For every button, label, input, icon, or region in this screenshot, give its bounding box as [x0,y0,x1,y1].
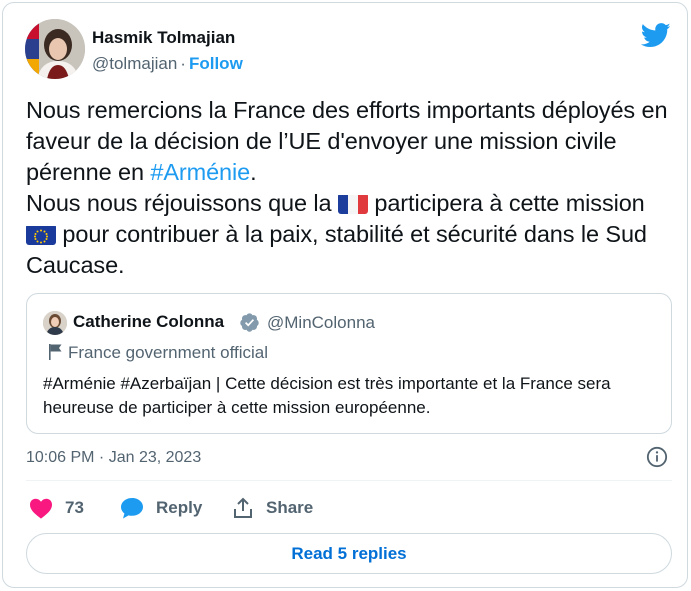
heart-icon [30,498,52,519]
author-handle[interactable]: @tolmajian [92,54,177,73]
info-icon[interactable] [646,446,668,468]
reply-label: Reply [156,498,203,517]
share-button[interactable]: Share [232,496,313,520]
quote-author-handle[interactable]: @MinColonna [267,313,375,333]
read-replies-button[interactable]: Read 5 replies [26,533,672,574]
eu-flag-icon [26,224,56,245]
tweet-card: Hasmik Tolmajian @tolmajian · Follow Nous … [2,2,688,588]
share-label: Share [266,498,314,517]
twitter-bird-icon[interactable] [641,23,671,48]
quote-avatar[interactable] [43,311,67,335]
like-count: 73 [65,498,84,517]
tweet-timestamp[interactable]: 10:06 PM · Jan 23, 2023 [26,449,201,467]
government-label: France government official [48,343,268,363]
author-handle-row: @tolmajian · Follow [92,54,243,74]
tweet-text: Nous remercions la France des efforts im… [26,95,676,281]
separator-dot: · [180,54,186,73]
tweet-text-part: Nous remercions la France des efforts im… [26,97,668,185]
tweet-text-part: participera à cette mission [367,190,645,216]
quote-author-name[interactable]: Catherine Colonna [73,312,224,332]
tweet-text-part: . [250,159,257,185]
government-label-text: France government official [68,343,269,362]
avatar[interactable] [25,19,85,79]
quote-text: #Arménie #Azerbaïjan | Cette décision es… [43,374,611,417]
hashtag-link[interactable]: #Arménie [150,159,250,185]
share-icon [234,497,252,518]
divider [26,480,672,481]
quoted-tweet[interactable]: Catherine Colonna @MinColonna France gov… [26,293,672,434]
france-flag-icon [337,193,368,214]
like-button[interactable]: 73 [29,496,84,520]
tweet-text-part: pour contribuer à la paix, stabilité et … [26,221,647,278]
tweet-text-part: Nous nous réjouissons que la [26,190,338,216]
reply-button[interactable]: Reply [120,496,202,520]
follow-button[interactable]: Follow [189,54,243,73]
reply-bubble-icon [121,498,143,519]
flag-icon [49,344,62,360]
verified-badge-icon [240,313,259,332]
author-name[interactable]: Hasmik Tolmajian [92,28,235,48]
